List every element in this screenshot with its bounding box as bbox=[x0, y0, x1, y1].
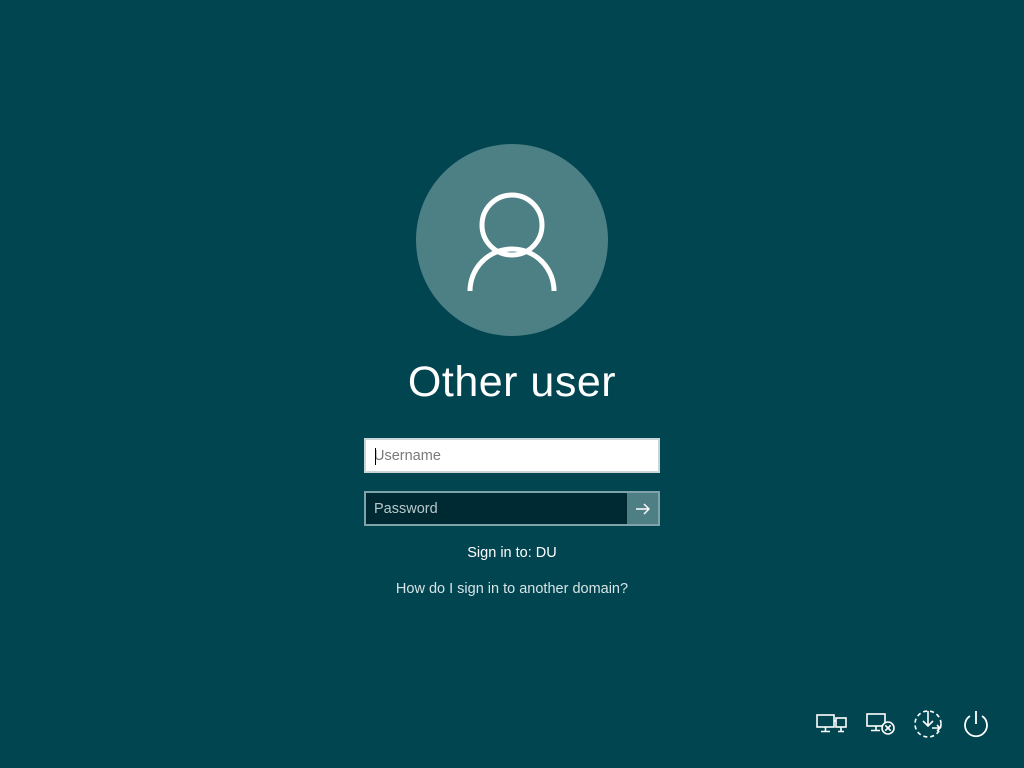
user-icon bbox=[467, 192, 557, 292]
arrow-right-icon bbox=[635, 503, 650, 514]
network-icon bbox=[816, 714, 847, 733]
username-field-container[interactable] bbox=[364, 438, 660, 473]
sign-in-target: Sign in to: DU bbox=[467, 545, 557, 561]
ease-of-access-icon bbox=[914, 710, 942, 738]
user-avatar bbox=[416, 144, 608, 336]
username-input[interactable] bbox=[366, 440, 658, 471]
ease-of-access-button[interactable] bbox=[908, 704, 948, 744]
submit-button[interactable] bbox=[627, 493, 658, 524]
network-disconnect-icon bbox=[866, 713, 895, 735]
text-caret bbox=[375, 448, 376, 465]
disconnect-button[interactable] bbox=[861, 704, 901, 744]
network-button[interactable] bbox=[812, 704, 852, 744]
lock-screen: Other user Sign in to: DU How do I sign … bbox=[0, 0, 1024, 768]
password-input[interactable] bbox=[366, 493, 627, 524]
domain-help-link[interactable]: How do I sign in to another domain? bbox=[312, 579, 712, 599]
user-name: Other user bbox=[407, 358, 617, 406]
power-icon bbox=[964, 711, 988, 738]
power-button[interactable] bbox=[956, 704, 996, 744]
password-field-container[interactable] bbox=[364, 491, 660, 526]
